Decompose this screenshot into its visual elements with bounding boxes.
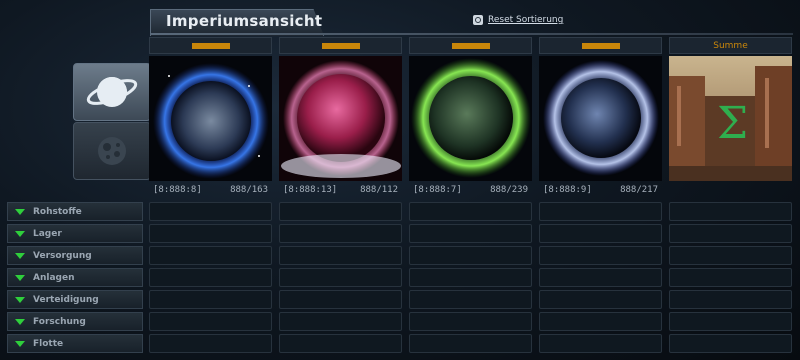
- expand-icon: [15, 230, 25, 237]
- planet-icon: [86, 77, 138, 107]
- svg-text:Σ: Σ: [717, 98, 748, 149]
- category-label: Verteidigung: [33, 294, 99, 305]
- category-versorgung[interactable]: Versorgung: [7, 246, 143, 265]
- planet-info: [8:888:7] 888/239: [409, 181, 532, 199]
- planet-header[interactable]: [279, 37, 402, 54]
- planet-status-bar: [321, 42, 360, 49]
- header-divider: [150, 33, 793, 35]
- planet-info: [8:888:9] 888/217: [539, 181, 662, 199]
- versorgung-cell: [279, 246, 402, 265]
- category-label: Forschung: [33, 316, 86, 327]
- category-anlagen[interactable]: Anlagen: [7, 268, 143, 287]
- planet-column: [8:888:7] 888/239: [409, 37, 532, 353]
- category-label: Anlagen: [33, 272, 75, 283]
- verteidigung-cell: [539, 290, 662, 309]
- category-flotte[interactable]: Flotte: [7, 334, 143, 353]
- lager-cell: [669, 224, 792, 243]
- planet-column: [8:888:9] 888/217: [539, 37, 662, 353]
- verteidigung-cell: [279, 290, 402, 309]
- rohstoffe-cell: [539, 202, 662, 221]
- planet-stats: 888/239: [490, 185, 528, 195]
- anlagen-cell: [409, 268, 532, 287]
- flotte-cell: [279, 334, 402, 353]
- lager-cell: [279, 224, 402, 243]
- category-rohstoffe[interactable]: Rohstoffe: [7, 202, 143, 221]
- verteidigung-cell: [669, 290, 792, 309]
- forschung-cell: [149, 312, 272, 331]
- summary-image: Σ: [669, 56, 792, 181]
- planet-image[interactable]: [279, 56, 402, 181]
- page-title: Imperiumsansicht: [166, 12, 323, 30]
- planet-coords: [8:888:7]: [413, 185, 462, 195]
- planet-column: [8:888:8] 888/163: [149, 37, 272, 353]
- flotte-cell: [409, 334, 532, 353]
- versorgung-cell: [409, 246, 532, 265]
- expand-icon: [15, 340, 25, 347]
- verteidigung-cell: [409, 290, 532, 309]
- planet-header[interactable]: [149, 37, 272, 54]
- reset-sort-link[interactable]: Reset Sortierung: [473, 15, 563, 25]
- lager-cell: [149, 224, 272, 243]
- anlagen-cell: [539, 268, 662, 287]
- planet-column: [8:888:13] 888/112: [279, 37, 402, 353]
- planet-view-button[interactable]: [73, 63, 151, 121]
- expand-icon: [15, 208, 25, 215]
- reset-sort-label: Reset Sortierung: [488, 15, 564, 25]
- summary-info: [669, 181, 792, 199]
- flotte-cell: [539, 334, 662, 353]
- moon-icon: [98, 137, 126, 165]
- anlagen-cell: [149, 268, 272, 287]
- planet-image[interactable]: [539, 56, 662, 181]
- forschung-cell: [669, 312, 792, 331]
- moon-view-button[interactable]: [73, 122, 151, 180]
- category-label: Versorgung: [33, 250, 92, 261]
- planet-header[interactable]: [409, 37, 532, 54]
- category-lager[interactable]: Lager: [7, 224, 143, 243]
- planet-stats: 888/163: [230, 185, 268, 195]
- planet-status-bar: [581, 42, 620, 49]
- category-forschung[interactable]: Forschung: [7, 312, 143, 331]
- planet-image[interactable]: [149, 56, 272, 181]
- summary-column: Summe Σ: [669, 37, 792, 353]
- versorgung-cell: [669, 246, 792, 265]
- planet-status-bar: [451, 42, 490, 49]
- rohstoffe-cell: [669, 202, 792, 221]
- category-label: Lager: [33, 228, 62, 239]
- planet-coords: [8:888:9]: [543, 185, 592, 195]
- rohstoffe-cell: [409, 202, 532, 221]
- planet-header[interactable]: [539, 37, 662, 54]
- expand-icon: [15, 274, 25, 281]
- planet-image[interactable]: [409, 56, 532, 181]
- expand-icon: [15, 296, 25, 303]
- flotte-cell: [149, 334, 272, 353]
- verteidigung-cell: [149, 290, 272, 309]
- flotte-cell: [669, 334, 792, 353]
- forschung-cell: [409, 312, 532, 331]
- planet-stats: 888/112: [360, 185, 398, 195]
- lager-cell: [409, 224, 532, 243]
- planet-info: [8:888:8] 888/163: [149, 181, 272, 199]
- forschung-cell: [539, 312, 662, 331]
- planet-status-bar: [191, 42, 230, 49]
- versorgung-cell: [539, 246, 662, 265]
- forschung-cell: [279, 312, 402, 331]
- expand-icon: [15, 318, 25, 325]
- reset-icon: [473, 15, 483, 25]
- planet-coords: [8:888:8]: [153, 185, 202, 195]
- rohstoffe-cell: [279, 202, 402, 221]
- planet-info: [8:888:13] 888/112: [279, 181, 402, 199]
- lager-cell: [539, 224, 662, 243]
- category-label: Flotte: [33, 338, 64, 349]
- summary-header[interactable]: Summe: [669, 37, 792, 54]
- anlagen-cell: [669, 268, 792, 287]
- expand-icon: [15, 252, 25, 259]
- versorgung-cell: [149, 246, 272, 265]
- anlagen-cell: [279, 268, 402, 287]
- planet-stats: 888/217: [620, 185, 658, 195]
- summary-label: Summe: [713, 40, 748, 51]
- category-label: Rohstoffe: [33, 206, 82, 217]
- planet-coords: [8:888:13]: [283, 185, 338, 195]
- category-verteidigung[interactable]: Verteidigung: [7, 290, 143, 309]
- rohstoffe-cell: [149, 202, 272, 221]
